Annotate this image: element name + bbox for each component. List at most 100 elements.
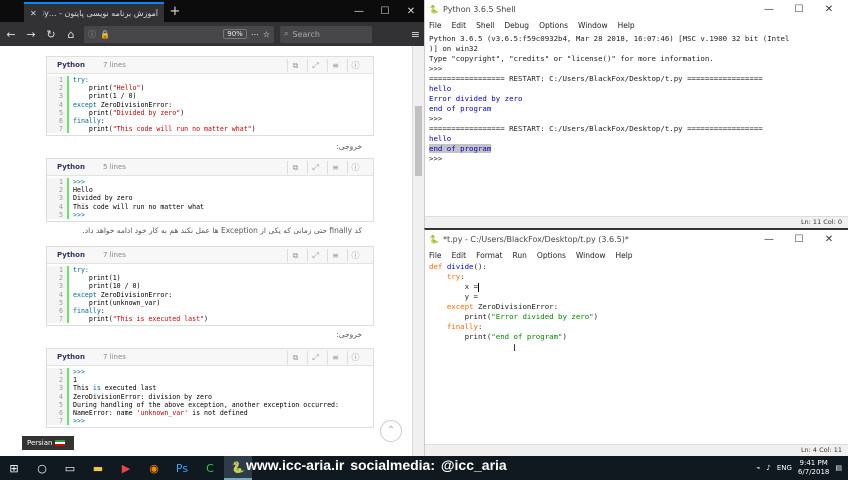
url-bar[interactable]: ⓘ 🔒 90% ⋯ ☆ xyxy=(84,25,274,43)
code-token: print(1) xyxy=(73,274,121,283)
maximize-button[interactable]: ☐ xyxy=(784,234,814,245)
maximize-button[interactable]: ☐ xyxy=(372,2,398,22)
list-icon[interactable]: ≡ xyxy=(327,350,343,364)
info-icon[interactable]: ⓘ xyxy=(88,29,96,40)
firefox-icon[interactable]: ◉ xyxy=(140,456,168,480)
search-input[interactable]: ⌕ Search xyxy=(280,25,372,43)
list-icon[interactable]: ≡ xyxy=(327,160,343,174)
expand-icon[interactable]: ⤢ xyxy=(307,160,323,174)
line-number: 1 xyxy=(47,266,69,275)
minimize-button[interactable]: — xyxy=(346,2,372,22)
minimize-button[interactable]: — xyxy=(754,234,784,245)
close-window-button[interactable]: ✕ xyxy=(398,2,424,22)
code-token: def xyxy=(429,262,443,271)
camtasia-icon[interactable]: C xyxy=(196,456,224,480)
zoom-level[interactable]: 90% xyxy=(223,29,247,39)
browser-nav-bar: ← → ↻ ⌂ ⓘ 🔒 90% ⋯ ☆ ⌕ Search ≡ xyxy=(0,22,424,46)
code-line: 7 print("This is executed last") xyxy=(47,315,373,324)
code-token: "This code will run no matter what" xyxy=(112,125,252,134)
shell-line: >>> xyxy=(429,114,839,124)
menu-item-shell[interactable]: Shell xyxy=(476,21,494,30)
copy-icon[interactable]: ⧉ xyxy=(287,350,303,364)
code-toolbar: ⧉ ⤢ ≡ ⓘ xyxy=(287,248,363,262)
expand-icon[interactable]: ⤢ xyxy=(307,350,323,364)
copy-icon[interactable]: ⧉ xyxy=(287,58,303,72)
shell-output[interactable]: Python 3.6.5 (v3.6.5:f59c0932b4, Mar 28 … xyxy=(429,34,839,214)
photoshop-icon[interactable]: Ps xyxy=(168,456,196,480)
new-tab-button[interactable]: + xyxy=(164,2,186,22)
editor-line: except ZeroDivisionError: xyxy=(429,302,839,312)
shell-title: Python 3.6.5 Shell xyxy=(442,5,516,14)
forward-arrow-icon[interactable]: → xyxy=(24,28,38,41)
expand-icon[interactable]: ⤢ xyxy=(307,248,323,262)
code-text: >>> xyxy=(69,417,85,425)
list-icon[interactable]: ≡ xyxy=(327,58,343,72)
volume-icon[interactable]: ♪ xyxy=(766,464,770,472)
close-window-button[interactable]: ✕ xyxy=(814,4,844,15)
menu-item-help[interactable]: Help xyxy=(618,21,635,30)
menu-item-file[interactable]: File xyxy=(429,251,442,260)
python-shell-window: 🐍 Python 3.6.5 Shell — ☐ ✕ File Edit Shell… xyxy=(424,0,848,228)
menu-item-edit[interactable]: Edit xyxy=(452,251,467,260)
menu-item-format[interactable]: Format xyxy=(476,251,502,260)
more-icon[interactable]: ⋯ xyxy=(251,30,259,39)
search-icon[interactable]: ○ xyxy=(28,456,56,480)
home-icon[interactable]: ⌂ xyxy=(64,28,78,41)
menu-item-run[interactable]: Run xyxy=(513,251,527,260)
language-badge[interactable]: Persian xyxy=(22,436,74,450)
windows-start-icon[interactable]: ⊞ xyxy=(0,456,28,480)
scroll-to-top-icon[interactable]: ⌃ xyxy=(380,420,402,442)
close-window-button[interactable]: ✕ xyxy=(814,234,844,245)
menu-item-window[interactable]: Window xyxy=(578,21,608,30)
copy-icon[interactable]: ⧉ xyxy=(287,248,303,262)
clock[interactable]: 9:41 PM 6/7/2018 xyxy=(798,459,829,477)
menu-item-debug[interactable]: Debug xyxy=(504,21,529,30)
code-token: "end of program" xyxy=(491,332,563,341)
code-token: ) xyxy=(140,84,145,93)
scrollbar-thumb[interactable] xyxy=(415,106,422,176)
info-icon[interactable]: ⓘ xyxy=(347,350,363,364)
menu-item-file[interactable]: File xyxy=(429,21,442,30)
menu-item-window[interactable]: Window xyxy=(576,251,606,260)
menu-item-help[interactable]: Help xyxy=(615,251,632,260)
media-player-icon[interactable]: ▶ xyxy=(112,456,140,480)
browser-tab[interactable]: ✕ آموزش برنامه نویسی پایتون - ...By xyxy=(24,2,164,22)
menu-item-options[interactable]: Options xyxy=(537,251,566,260)
bookmark-star-icon[interactable]: ☆ xyxy=(263,30,270,39)
code-line: 1 try: xyxy=(47,76,373,85)
shell-line: hello xyxy=(429,84,839,94)
shell-line-text: >>> xyxy=(429,114,443,123)
hamburger-menu-icon[interactable]: ≡ xyxy=(411,28,420,41)
shell-line: end of program xyxy=(429,104,839,114)
close-icon[interactable]: ✕ xyxy=(30,9,37,18)
menu-item-options[interactable]: Options xyxy=(539,21,568,30)
shell-line-text: Type "copyright", "credits" or "license(… xyxy=(429,54,714,63)
browser-window-controls: — ☐ ✕ xyxy=(346,2,424,22)
line-number: 4 xyxy=(47,100,69,109)
network-icon[interactable]: ⌁ xyxy=(756,464,760,472)
menu-item-edit[interactable]: Edit xyxy=(452,21,467,30)
notifications-icon[interactable]: ▤ xyxy=(835,464,842,472)
line-number: 7 xyxy=(47,315,69,324)
task-view-icon[interactable]: ▭ xyxy=(56,456,84,480)
back-arrow-icon[interactable]: ← xyxy=(4,28,18,41)
file-explorer-icon[interactable]: ▬ xyxy=(84,456,112,480)
copy-icon[interactable]: ⧉ xyxy=(287,160,303,174)
reload-icon[interactable]: ↻ xyxy=(44,28,58,41)
code-token: : xyxy=(460,272,465,281)
minimize-button[interactable]: — xyxy=(754,4,784,15)
input-language[interactable]: ENG xyxy=(777,464,792,472)
info-icon[interactable]: ⓘ xyxy=(347,58,363,72)
clock-time: 9:41 PM xyxy=(799,459,828,467)
code-editor[interactable]: def divide(): try: x = y = except ZeroDi… xyxy=(429,262,839,442)
expand-icon[interactable]: ⤢ xyxy=(307,58,323,72)
code-token: "Error divided by zero" xyxy=(491,312,594,321)
shell-line-text: Error divided by zero xyxy=(429,94,523,103)
code-token: print( xyxy=(73,125,113,134)
info-icon[interactable]: ⓘ xyxy=(347,160,363,174)
maximize-button[interactable]: ☐ xyxy=(784,4,814,15)
page-scrollbar[interactable] xyxy=(412,46,424,456)
page-content: Python 7 lines ⧉ ⤢ ≡ ⓘ 1 try: 2 print("Hello") 3 … xyxy=(0,46,412,456)
info-icon[interactable]: ⓘ xyxy=(347,248,363,262)
list-icon[interactable]: ≡ xyxy=(327,248,343,262)
